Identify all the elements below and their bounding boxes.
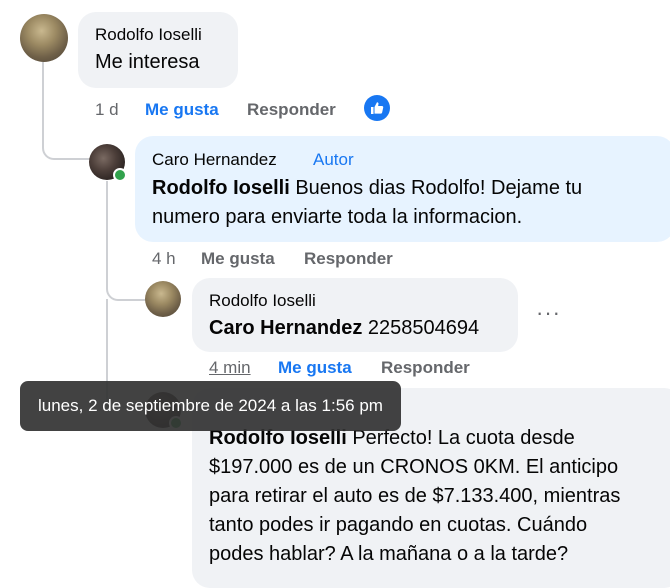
comment-text-line: numero para enviarte toda la informacion… — [152, 206, 523, 228]
avatar[interactable] — [20, 14, 68, 62]
comment-timestamp[interactable]: 4 min — [209, 358, 251, 378]
comment-text: Rodolfo Ioselli Buenos dias Rodolfo! Dej… — [152, 174, 582, 202]
comment-author[interactable]: Caro Hernandez — [152, 150, 277, 170]
like-button[interactable]: Me gusta — [201, 249, 275, 269]
online-status-indicator — [113, 168, 127, 182]
thumbs-up-icon[interactable] — [364, 95, 390, 121]
comment-timestamp[interactable]: 1 d — [95, 100, 119, 120]
author-badge: Autor — [313, 150, 354, 169]
comment-text-line: $197.000 es de un CRONOS 0KM. El anticip… — [209, 456, 619, 478]
comment-author[interactable]: Rodolfo Ioselli — [95, 25, 202, 45]
reply-button[interactable]: Responder — [304, 249, 393, 269]
comment-text-line: tanto podes ir pagando en cuotas. Cuándo — [209, 514, 588, 536]
comment-text: Me interesa — [95, 51, 200, 73]
mention-link[interactable]: Rodolfo Ioselli — [152, 177, 290, 199]
reply-button[interactable]: Responder — [247, 100, 336, 120]
mention-link[interactable]: Caro Hernandez — [209, 317, 362, 339]
like-button[interactable]: Me gusta — [145, 100, 219, 120]
comment-text-value: 2258504694 — [362, 317, 480, 339]
comment-text-line: para retirar el auto es de $7.133.400, m… — [209, 485, 621, 507]
comment-text-line: podes hablar? A la mañana o a la tarde? — [209, 543, 569, 565]
like-button[interactable]: Me gusta — [278, 358, 352, 378]
reply-button[interactable]: Responder — [381, 358, 470, 378]
timestamp-tooltip: lunes, 2 de septiembre de 2024 a las 1:5… — [20, 381, 401, 431]
avatar[interactable] — [145, 281, 181, 317]
comment-text: Caro Hernandez 2258504694 — [209, 314, 479, 342]
more-options-icon[interactable]: ··· — [536, 300, 561, 326]
comment-author[interactable]: Rodolfo Ioselli — [209, 291, 316, 311]
comment-text-line: Buenos dias Rodolfo! Dejame tu — [289, 177, 583, 199]
comment-timestamp[interactable]: 4 h — [152, 249, 176, 269]
tooltip-text: lunes, 2 de septiembre de 2024 a las 1:5… — [38, 396, 383, 415]
